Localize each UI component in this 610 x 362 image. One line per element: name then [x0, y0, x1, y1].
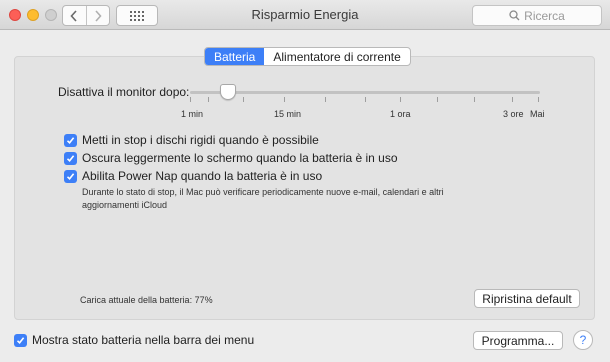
slider-tick	[190, 97, 191, 102]
search-icon	[509, 10, 520, 21]
display-sleep-label: Disattiva il monitor dopo:	[58, 85, 190, 99]
search-placeholder: Ricerca	[524, 8, 565, 23]
checkbox[interactable]	[64, 169, 77, 183]
option-label: Abilita Power Nap quando la batteria è i…	[82, 169, 323, 183]
slider-tick	[512, 97, 513, 102]
checkmark-icon	[16, 336, 25, 344]
tab-battery[interactable]: Batteria	[205, 48, 265, 65]
display-sleep-slider-thumb[interactable]	[220, 84, 236, 100]
slider-tick	[365, 97, 366, 102]
show-all-button[interactable]	[116, 5, 158, 26]
display-sleep-slider-track[interactable]	[190, 91, 540, 94]
slider-tick	[474, 97, 475, 102]
checkbox[interactable]	[64, 133, 77, 147]
slider-tick	[325, 97, 326, 102]
option-label: Metti in stop i dischi rigidi quando è p…	[82, 133, 319, 147]
title-bar: Risparmio Energia Ricerca	[0, 0, 610, 30]
back-forward-group	[62, 5, 110, 26]
minimize-window-button[interactable]	[27, 9, 39, 21]
tick-label-1hour: 1 ora	[390, 109, 411, 119]
window-title: Risparmio Energia	[251, 7, 359, 22]
restore-defaults-button[interactable]: Ripristina default	[474, 289, 580, 308]
tick-label-15min: 15 min	[274, 109, 302, 119]
power-nap-description: Durante lo stato di stop, il Mac può ver…	[82, 187, 444, 210]
chevron-right-icon	[95, 9, 102, 22]
option-disk-sleep[interactable]: Metti in stop i dischi rigidi quando è p…	[64, 133, 319, 147]
option-dim-display[interactable]: Oscura leggermente lo schermo quando la …	[64, 151, 398, 165]
chevron-left-icon	[70, 9, 77, 22]
search-input[interactable]: Ricerca	[472, 5, 602, 26]
slider-tick	[208, 97, 209, 102]
tick-label-3hours: 3 ore	[503, 109, 524, 119]
tick-label-1min: 1 min	[181, 109, 204, 119]
tab-bar: Batteria Alimentatore di corrente	[204, 47, 411, 66]
slider-tick	[400, 97, 401, 102]
checkbox[interactable]	[14, 333, 27, 347]
slider-tick	[284, 97, 285, 102]
back-button[interactable]	[63, 6, 86, 25]
slider-tick	[538, 97, 539, 102]
help-button[interactable]: ?	[573, 330, 593, 350]
slider-tick	[243, 97, 244, 102]
option-label: Mostra stato batteria nella barra dei me…	[32, 333, 255, 347]
tab-power-adapter[interactable]: Alimentatore di corrente	[264, 48, 409, 65]
checkmark-icon	[66, 172, 75, 180]
grid-icon	[130, 10, 144, 21]
forward-button[interactable]	[85, 6, 110, 25]
battery-charge-text: Carica attuale della batteria: 77%	[80, 295, 213, 305]
tick-label-never: Mai	[530, 109, 545, 119]
checkbox[interactable]	[64, 151, 77, 165]
zoom-window-button[interactable]	[45, 9, 57, 21]
slider-tick	[437, 97, 438, 102]
option-power-nap[interactable]: Abilita Power Nap quando la batteria è i…	[64, 169, 322, 183]
option-show-status[interactable]: Mostra stato batteria nella barra dei me…	[14, 333, 254, 347]
checkmark-icon	[66, 136, 75, 144]
close-window-button[interactable]	[9, 9, 21, 21]
checkmark-icon	[66, 154, 75, 162]
option-label: Oscura leggermente lo schermo quando la …	[82, 151, 398, 165]
schedule-button[interactable]: Programma...	[473, 331, 563, 350]
